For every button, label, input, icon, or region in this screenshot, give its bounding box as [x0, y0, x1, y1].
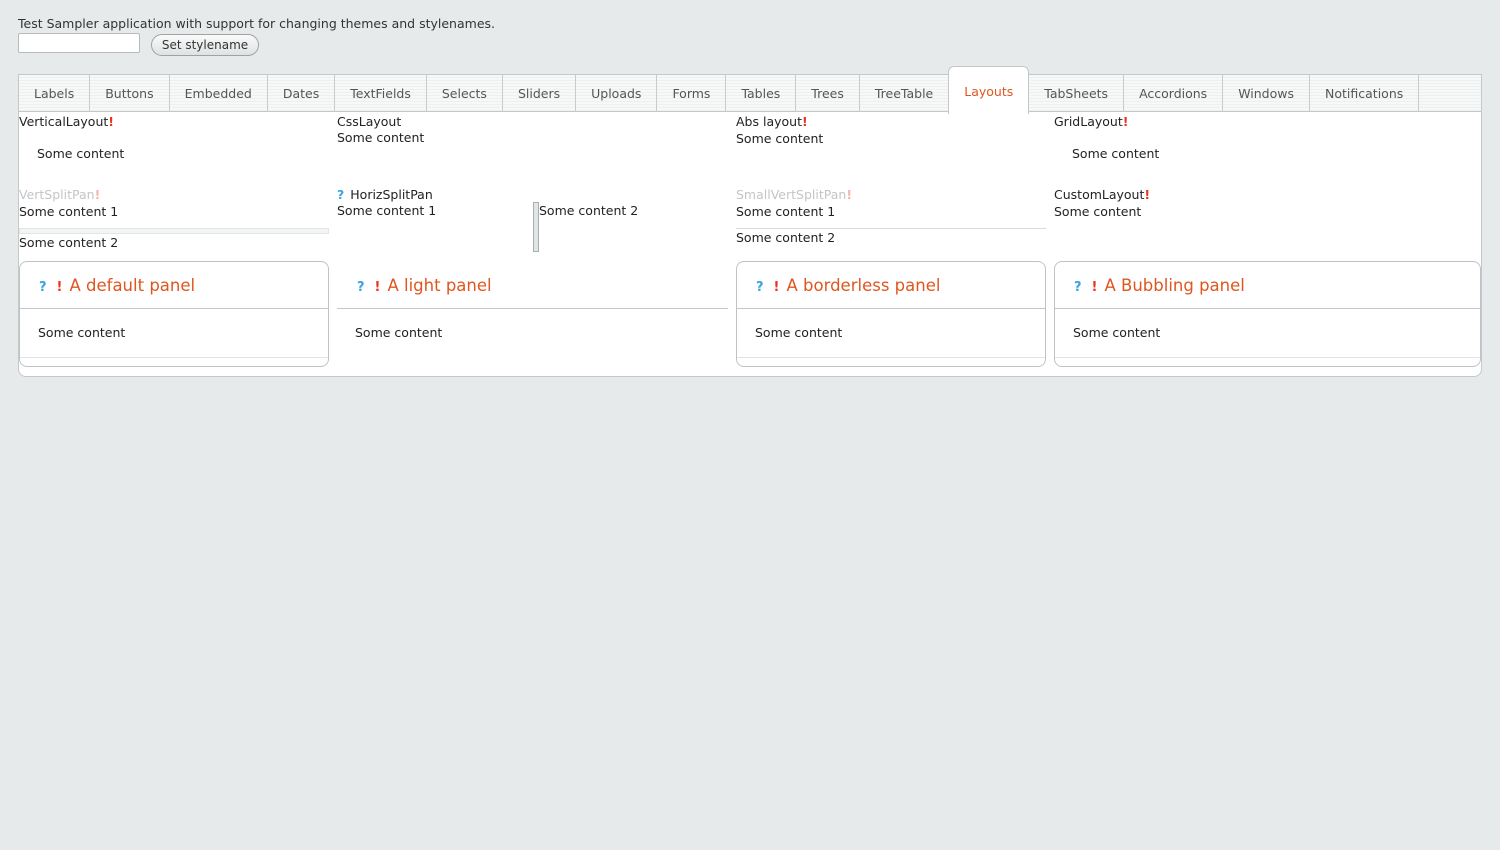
default-panel-title: ?! A default panel: [39, 276, 195, 295]
custom-layout-content: Some content: [1054, 204, 1142, 219]
warning-icon: !: [1144, 187, 1151, 202]
vert-split-handle[interactable]: [19, 228, 329, 234]
stylename-input[interactable]: [18, 33, 140, 53]
tab-treetable[interactable]: TreeTable: [860, 75, 950, 112]
css-layout-caption: CssLayout: [337, 114, 402, 129]
bubbling-panel-footer: [1055, 357, 1480, 358]
help-icon: ?: [357, 280, 365, 295]
warning-icon: !: [801, 114, 808, 129]
horiz-split-content-2: Some content 2: [539, 203, 639, 218]
light-panel-content: Some content: [355, 325, 443, 340]
small-vert-split-content-2: Some content 2: [736, 230, 836, 245]
grid-layout-caption: GridLayout!: [1054, 114, 1128, 129]
tab-textfields[interactable]: TextFields: [335, 75, 427, 112]
warning-icon: !: [374, 280, 381, 295]
tab-sliders[interactable]: Sliders: [503, 75, 577, 112]
tab-uploads[interactable]: Uploads: [576, 75, 658, 112]
vert-split-caption-text: VertSplitPan: [19, 187, 95, 202]
tab-buttons[interactable]: Buttons: [90, 75, 170, 112]
vertical-layout-caption-text: VerticalLayout: [19, 114, 109, 129]
help-icon: ?: [337, 187, 345, 202]
set-stylename-button[interactable]: Set stylename: [151, 34, 259, 56]
vert-split-content-2: Some content 2: [19, 235, 119, 250]
tab-selects[interactable]: Selects: [427, 75, 503, 112]
bubbling-panel-content: Some content: [1073, 325, 1161, 340]
tab-tables[interactable]: Tables: [726, 75, 797, 112]
custom-layout-caption: CustomLayout!: [1054, 187, 1150, 202]
horiz-split-content-1: Some content 1: [337, 203, 437, 218]
small-vert-split-caption-text: SmallVertSplitPan: [736, 187, 847, 202]
bubbling-panel-divider: [1055, 308, 1480, 309]
help-icon: ?: [756, 280, 764, 295]
warning-icon: !: [56, 280, 63, 295]
borderless-panel-footer: [737, 357, 1045, 358]
tab-dates[interactable]: Dates: [268, 75, 336, 112]
vert-split-caption: VertSplitPan!: [19, 187, 100, 202]
custom-layout-caption-text: CustomLayout: [1054, 187, 1145, 202]
horiz-split-caption: ? HorizSplitPan: [337, 187, 433, 202]
bubbling-panel-title-text: A Bubbling panel: [1104, 276, 1245, 295]
small-vert-split-content-1: Some content 1: [736, 204, 836, 219]
grid-layout-caption-text: GridLayout: [1054, 114, 1123, 129]
warning-icon: !: [108, 114, 114, 129]
tab-windows[interactable]: Windows: [1223, 75, 1311, 112]
tab-embedded[interactable]: Embedded: [170, 75, 268, 112]
small-vert-split-caption: SmallVertSplitPan!: [736, 187, 852, 202]
help-icon: ?: [39, 280, 47, 295]
borderless-panel-content: Some content: [755, 325, 843, 340]
grid-layout-content: Some content: [1072, 146, 1160, 161]
vertical-layout-content: Some content: [37, 146, 125, 161]
default-panel-divider: [20, 308, 328, 309]
light-panel-divider: [337, 308, 728, 309]
warning-icon: !: [94, 187, 101, 202]
vert-split-content-1: Some content 1: [19, 204, 119, 219]
tab-layouts[interactable]: Layouts: [948, 66, 1030, 114]
tab-list: Labels Buttons Embedded Dates TextFields…: [19, 66, 1420, 114]
tab-forms[interactable]: Forms: [657, 75, 727, 112]
default-panel-content: Some content: [38, 325, 126, 340]
horiz-split-caption-text: HorizSplitPan: [350, 187, 433, 202]
warning-icon: !: [773, 280, 780, 295]
vertical-layout-caption: VerticalLayout!: [19, 114, 114, 129]
tab-labels[interactable]: Labels: [19, 75, 91, 112]
tab-notifications[interactable]: Notifications: [1310, 75, 1420, 112]
borderless-panel-title: ?! A borderless panel: [756, 276, 940, 295]
small-vert-split-handle[interactable]: [736, 228, 1046, 229]
help-icon: ?: [1074, 280, 1082, 295]
abs-layout-caption: Abs layout!: [736, 114, 808, 129]
warning-icon: !: [1122, 114, 1129, 129]
default-panel-footer: [20, 357, 328, 358]
borderless-panel-title-text: A borderless panel: [786, 276, 941, 295]
tab-bar: Labels Buttons Embedded Dates TextFields…: [19, 66, 1481, 114]
tab-tabsheets[interactable]: TabSheets: [1029, 75, 1125, 112]
tab-accordions[interactable]: Accordions: [1124, 75, 1224, 112]
css-layout-content: Some content: [337, 130, 425, 145]
tab-trees[interactable]: Trees: [796, 75, 860, 112]
borderless-panel-divider: [737, 308, 1045, 309]
warning-icon: !: [846, 187, 853, 202]
light-panel-title-text: A light panel: [387, 276, 492, 295]
light-panel-title: ?! A light panel: [357, 276, 492, 295]
bubbling-panel-title: ?! A Bubbling panel: [1074, 276, 1245, 295]
default-panel-title-text: A default panel: [69, 276, 196, 295]
warning-icon: !: [1091, 280, 1098, 295]
abs-layout-content: Some content: [736, 131, 824, 146]
intro-text: Test Sampler application with support fo…: [18, 16, 495, 31]
abs-layout-caption-text: Abs layout: [736, 114, 802, 129]
